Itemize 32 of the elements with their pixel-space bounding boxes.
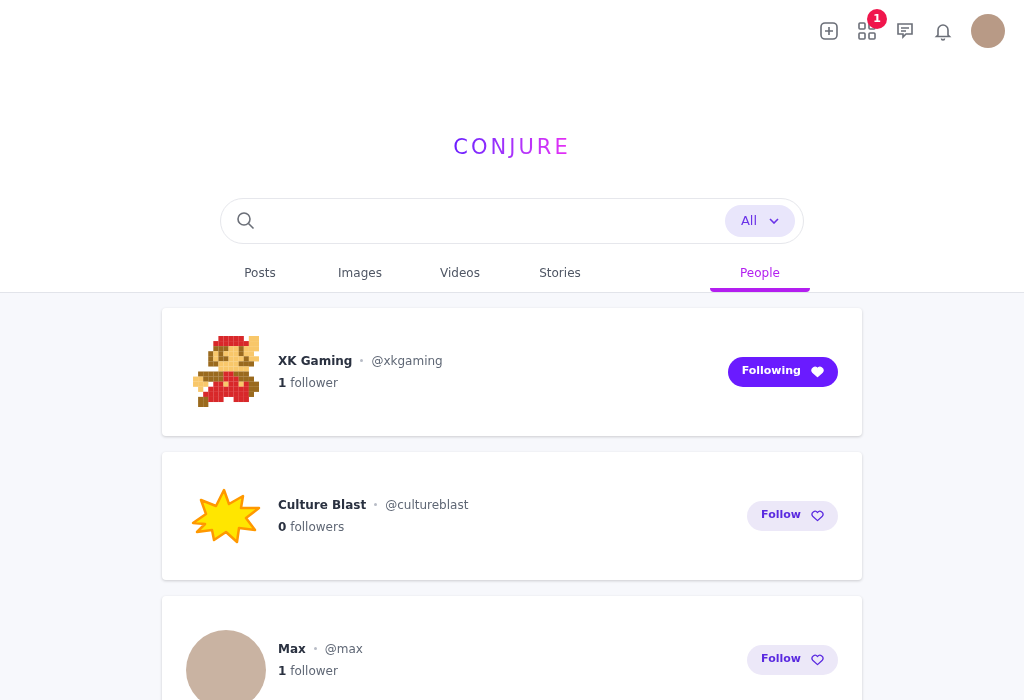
follow-button[interactable]: Follow	[747, 644, 838, 675]
follower-count: 1 follower	[278, 374, 339, 392]
filter-dropdown[interactable]: All	[724, 204, 795, 237]
search-icon	[236, 210, 256, 231]
person-name[interactable]: Culture Blast	[278, 495, 367, 514]
person-handle: @cultureblast	[385, 496, 469, 514]
notification-badge: 1	[867, 9, 887, 29]
person-handle: @xkgaming	[371, 352, 443, 370]
chevron-down-icon	[769, 217, 779, 224]
tab[interactable]: People	[710, 257, 810, 292]
search-field[interactable]: All	[220, 197, 804, 244]
grid-icon[interactable]	[857, 21, 877, 41]
heart-icon	[811, 365, 824, 378]
burst-icon	[191, 487, 261, 544]
tab[interactable]: Posts	[210, 257, 310, 292]
person-name[interactable]: XK Gaming	[278, 351, 353, 370]
avatar[interactable]	[971, 14, 1005, 48]
follow-button[interactable]: Following	[727, 356, 838, 387]
tab[interactable]: Stories	[510, 257, 610, 292]
follower-count: 1 follower	[278, 662, 339, 680]
heart-icon	[811, 509, 824, 522]
add-icon[interactable]	[819, 21, 839, 41]
tab[interactable]: Videos	[410, 257, 510, 292]
tab[interactable]: Images	[310, 257, 410, 292]
person-handle: @max	[324, 640, 363, 658]
bell-icon[interactable]	[933, 21, 953, 41]
heart-icon	[811, 653, 824, 666]
follow-button[interactable]: Follow	[747, 500, 838, 531]
chat-icon[interactable]	[895, 21, 915, 41]
pixel-character-icon	[193, 336, 259, 407]
person-name[interactable]: Max	[278, 639, 306, 658]
follower-count: 0 followers	[278, 518, 346, 536]
